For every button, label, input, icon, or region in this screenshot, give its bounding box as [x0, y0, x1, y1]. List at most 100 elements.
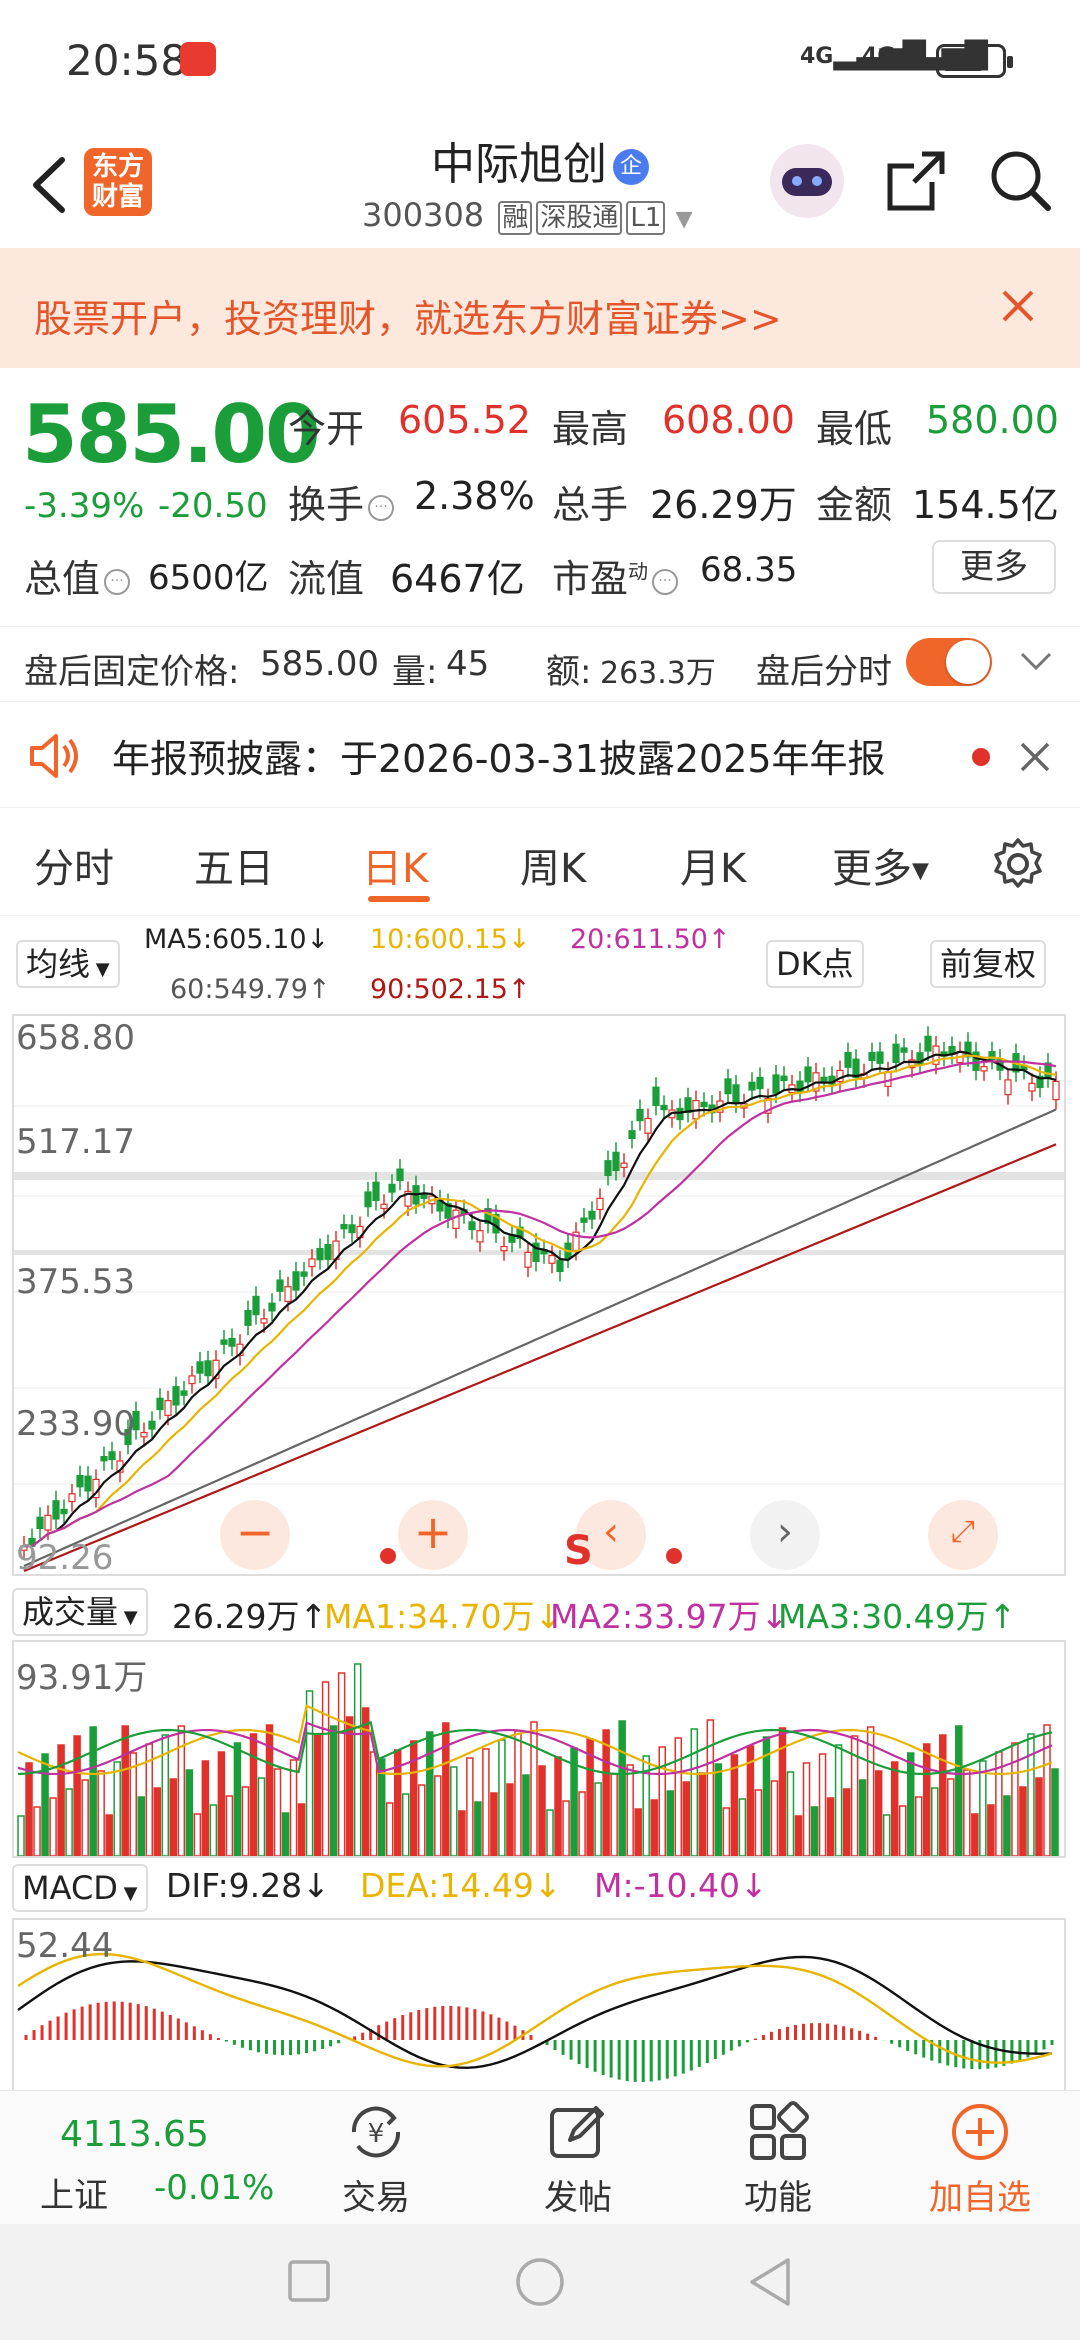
candle: [500, 1245, 508, 1252]
macd-chart[interactable]: [12, 1918, 1066, 2090]
volume-bar: [514, 1730, 522, 1857]
back-triangle-icon[interactable]: [746, 2256, 794, 2308]
after-hours-toggle[interactable]: [906, 638, 992, 686]
adjust-button[interactable]: 前复权: [930, 940, 1047, 988]
post-icon[interactable]: [546, 2100, 610, 2164]
volume-bar: [337, 1672, 346, 1857]
volume-bar: [81, 1779, 89, 1857]
level-tag: L1: [626, 201, 666, 235]
volume-bar: [1051, 1768, 1059, 1857]
volume-bar: [770, 1780, 779, 1857]
ma10-value: 10:600.15↓: [370, 924, 531, 955]
volume-bar: [794, 1815, 803, 1857]
volume-bar: [442, 1722, 450, 1857]
trade-label[interactable]: 交易: [306, 2170, 446, 2219]
candle: [924, 1035, 932, 1052]
volume-max-label: 93.91万: [16, 1658, 148, 1698]
volume-bar: [754, 1789, 763, 1857]
candle: [660, 1104, 668, 1111]
candle: [556, 1259, 564, 1273]
volume-bar: [842, 1788, 851, 1857]
macd-max-label: 52.44: [16, 1926, 114, 1966]
candle: [196, 1361, 204, 1374]
volume-bar: [121, 1725, 129, 1857]
add-watchlist-label[interactable]: 加自选: [910, 2170, 1050, 2219]
index-name[interactable]: 上证: [40, 2168, 108, 2217]
candle: [748, 1081, 756, 1091]
volume-chart[interactable]: [12, 1640, 1066, 1858]
candle: [292, 1271, 300, 1291]
index-change[interactable]: -0.01%: [154, 2168, 274, 2208]
volume-bar: [674, 1737, 683, 1857]
zoom-out-button[interactable]: −: [220, 1500, 290, 1570]
zoom-in-button[interactable]: +: [398, 1500, 468, 1570]
trade-icon[interactable]: ¥: [344, 2100, 408, 2164]
tab-daily-k[interactable]: 日K: [362, 836, 428, 894]
macd-dif: DIF:9.28↓: [166, 1866, 330, 1905]
app-notification-icon: [180, 42, 216, 76]
home-circle-icon[interactable]: [514, 2256, 566, 2308]
notice-text[interactable]: 年报预披露：于2026-03-31披露2025年年报: [112, 728, 886, 783]
volume-bar: [650, 1799, 658, 1857]
chevron-down-icon[interactable]: [1018, 648, 1054, 676]
index-value[interactable]: 4113.65: [60, 2114, 209, 2155]
volume-bar: [434, 1775, 442, 1857]
connect-tag: 深股通: [536, 201, 623, 235]
dropdown-icon: ▼: [675, 207, 693, 232]
macd-select[interactable]: MACD ▼: [12, 1864, 148, 1912]
volume-bar: [466, 1757, 474, 1857]
tab-more[interactable]: 更多▼: [832, 836, 929, 894]
volume-bar: [385, 1802, 394, 1857]
candle: [628, 1130, 636, 1140]
dk-point-button[interactable]: DK点: [766, 940, 864, 988]
candle: [524, 1251, 532, 1268]
y-label-2: 517.17: [16, 1122, 135, 1162]
ma5-value: MA5:605.10↓: [144, 924, 330, 955]
promo-text[interactable]: 股票开户，投资理财，就选东方财富证券>>: [34, 288, 782, 343]
tab-timeshare[interactable]: 分时: [34, 836, 114, 894]
macd-dea: DEA:14.49↓: [360, 1866, 562, 1905]
candle: [820, 1076, 828, 1083]
volume-bar: [201, 1760, 210, 1857]
stock-code-row[interactable]: 300308 融深股通 L1 ▼: [362, 196, 692, 235]
volume-bar: [1043, 1724, 1051, 1857]
speaker-icon: [30, 734, 78, 778]
fullscreen-icon[interactable]: ⤢: [928, 1500, 998, 1570]
functions-grid-icon[interactable]: [746, 2100, 810, 2164]
candle: [580, 1217, 588, 1223]
ma90-value: 90:502.15↑: [370, 974, 531, 1005]
candle: [1052, 1080, 1060, 1101]
indicator-select[interactable]: 均线 ▼: [16, 940, 120, 988]
promo-banner[interactable]: 股票开户，投资理财，就选东方财富证券>>: [0, 248, 1080, 368]
scroll-right-button[interactable]: ›: [750, 1500, 820, 1570]
volume-bar: [914, 1796, 923, 1857]
candle: [140, 1431, 148, 1438]
volume-bar: [834, 1744, 843, 1857]
share-icon[interactable]: [884, 148, 948, 214]
close-notice-icon[interactable]: [1018, 740, 1052, 774]
functions-label[interactable]: 功能: [708, 2170, 848, 2219]
candle: [364, 1191, 372, 1208]
gear-icon[interactable]: [990, 836, 1046, 892]
volume-bar: [963, 1769, 971, 1857]
status-bar: 20:58 4G▂▃▅▇ 4G▂▃▅▇: [0, 0, 1080, 120]
more-quote-button[interactable]: 更多: [932, 540, 1056, 594]
volume-bar: [882, 1814, 891, 1857]
recents-square-icon[interactable]: [286, 2258, 332, 2304]
candle: [588, 1210, 596, 1220]
volume-bar: [305, 1690, 314, 1857]
volume-bar: [193, 1813, 202, 1857]
kline-chart[interactable]: [12, 1014, 1066, 1576]
post-label[interactable]: 发帖: [508, 2170, 648, 2219]
candle: [348, 1224, 356, 1234]
volume-bar: [410, 1740, 418, 1857]
tab-weekly-k[interactable]: 周K: [520, 836, 586, 894]
close-banner-icon[interactable]: [998, 286, 1038, 326]
robot-assistant-icon[interactable]: [770, 144, 844, 218]
candle: [892, 1043, 900, 1064]
tab-five-day[interactable]: 五日: [194, 836, 274, 894]
volume-select[interactable]: 成交量 ▼: [12, 1588, 148, 1636]
add-watchlist-icon[interactable]: [948, 2100, 1012, 2164]
search-icon[interactable]: [988, 148, 1054, 214]
tab-monthly-k[interactable]: 月K: [680, 836, 746, 894]
